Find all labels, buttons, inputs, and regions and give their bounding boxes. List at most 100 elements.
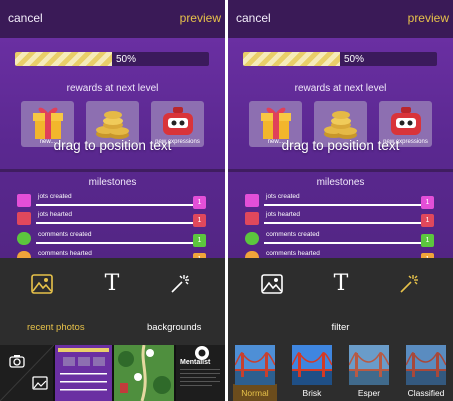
effects-tool-button[interactable]	[168, 272, 192, 296]
right-screen: cancel preview 50% rewards at next level…	[228, 0, 453, 401]
milestones-title: milestones	[316, 177, 365, 188]
text-tool-icon: T	[104, 271, 120, 296]
filter-name: Classified	[407, 388, 445, 398]
jot-canvas[interactable]: 50% rewards at next level new... new exp…	[228, 38, 453, 266]
photo-tool-button[interactable]	[260, 272, 284, 296]
photo-source-buttons	[0, 345, 54, 401]
milestone-badge: 1	[193, 214, 206, 227]
milestone-label: jots hearted	[38, 211, 72, 218]
preview-button[interactable]: preview	[180, 11, 221, 25]
milestone-label: jots created	[38, 193, 72, 200]
filter-preview	[292, 345, 332, 385]
preview-button[interactable]: preview	[408, 11, 449, 25]
level-progress-bar	[15, 52, 209, 66]
level-progress-bar	[243, 52, 437, 66]
milestone-label: jots created	[266, 193, 300, 200]
jot-icon	[17, 194, 31, 207]
top-bar: cancel preview	[0, 0, 225, 38]
photo-icon	[31, 274, 53, 294]
milestone-row: comments created 1	[0, 231, 225, 251]
progress-percent: 50%	[116, 54, 137, 65]
diagonal-separator	[0, 345, 54, 401]
magic-wand-icon	[400, 275, 418, 293]
milestone-row: comments created 1	[228, 231, 453, 251]
milestone-row: jots hearted 1	[0, 211, 225, 231]
effects-tool-button[interactable]	[397, 272, 421, 296]
filter-classified[interactable]: Classified	[404, 345, 448, 401]
filter-preview	[349, 345, 389, 385]
jot-screenshot-thumbnail	[58, 348, 109, 391]
milestone-badge: 1	[421, 196, 434, 209]
gallery-icon[interactable]	[32, 376, 48, 390]
milestone-badge: 1	[193, 196, 206, 209]
photo-tool-button[interactable]	[30, 272, 54, 296]
milestone-progress-line	[264, 222, 422, 224]
drag-text-overlay[interactable]: drag to position text	[228, 138, 453, 153]
editor-toolbar: T recent photos backgrounds	[0, 258, 225, 345]
milestone-row: jots hearted 1	[228, 211, 453, 231]
bridge-photo-icon	[406, 345, 446, 385]
filter-name: Esper	[357, 388, 381, 398]
milestone-label: comments created	[266, 231, 320, 238]
progress-percent: 50%	[344, 54, 365, 65]
photo-thumbnail[interactable]: Mentalist	[176, 345, 225, 401]
bridge-photo-icon	[349, 345, 389, 385]
filter-preview	[235, 345, 275, 385]
milestone-label: comments created	[38, 231, 92, 238]
rewards-title: rewards at next level	[66, 83, 159, 94]
rewards-title: rewards at next level	[294, 83, 387, 94]
tab-backgrounds[interactable]: backgrounds	[147, 322, 201, 333]
level-progress-fill	[15, 52, 112, 66]
comment-bubble-icon	[245, 232, 259, 245]
tab-recent-photos[interactable]: recent photos	[27, 322, 85, 333]
filter-esper[interactable]: Esper	[347, 345, 391, 401]
magic-wand-icon	[171, 275, 189, 293]
milestone-badge: 1	[193, 234, 206, 247]
milestone-badge: 1	[421, 214, 434, 227]
milestone-progress-line	[36, 222, 194, 224]
milestone-label: comments hearted	[38, 250, 92, 257]
photo-icon	[261, 274, 283, 294]
filter-heading: filter	[331, 322, 350, 333]
level-progress-fill	[243, 52, 340, 66]
thumbnail-title: Mentalist	[180, 359, 211, 366]
heart-jot-icon	[17, 212, 31, 225]
section-divider	[228, 169, 453, 172]
milestone-row: jots created 1	[0, 193, 225, 213]
milestone-badge: 1	[421, 234, 434, 247]
text-tool-icon: T	[333, 271, 349, 296]
left-screen: cancel preview 50% rewards at next level…	[0, 0, 225, 401]
bridge-photo-icon	[292, 345, 332, 385]
text-tool-button[interactable]: T	[329, 272, 353, 296]
section-divider	[0, 169, 225, 172]
editor-toolbar: T filter	[228, 258, 453, 345]
milestone-row: jots created 1	[228, 193, 453, 213]
cancel-button[interactable]: cancel	[8, 11, 43, 25]
comment-bubble-icon	[17, 232, 31, 245]
filter-brisk[interactable]: Brisk	[290, 345, 334, 401]
top-bar: cancel preview	[228, 0, 453, 38]
photo-thumbnail[interactable]	[55, 345, 112, 401]
text-tool-button[interactable]: T	[100, 272, 124, 296]
heart-jot-icon	[245, 212, 259, 225]
photo-thumbnail[interactable]	[114, 345, 174, 401]
milestone-progress-line	[264, 204, 422, 206]
filter-name: Normal	[241, 388, 269, 398]
milestone-progress-line	[264, 242, 422, 244]
filter-strip: Normal Brisk Esper Classified	[228, 345, 453, 401]
milestones-title: milestones	[88, 177, 137, 188]
milestone-progress-line	[36, 204, 194, 206]
filter-preview	[406, 345, 446, 385]
filter-name: Brisk	[302, 388, 322, 398]
cancel-button[interactable]: cancel	[236, 11, 271, 25]
milestone-label: jots hearted	[266, 211, 300, 218]
screenshot-stage: cancel preview 50% rewards at next level…	[0, 0, 453, 401]
game-map-thumbnail	[114, 345, 174, 401]
recent-photos-strip: Mentalist	[0, 345, 225, 401]
drag-text-overlay[interactable]: drag to position text	[0, 138, 225, 153]
bridge-photo-icon	[235, 345, 275, 385]
jot-icon	[245, 194, 259, 207]
milestone-label: comments hearted	[266, 250, 320, 257]
jot-canvas[interactable]: 50% rewards at next level new... new exp…	[0, 38, 225, 266]
filter-normal[interactable]: Normal	[233, 345, 277, 401]
